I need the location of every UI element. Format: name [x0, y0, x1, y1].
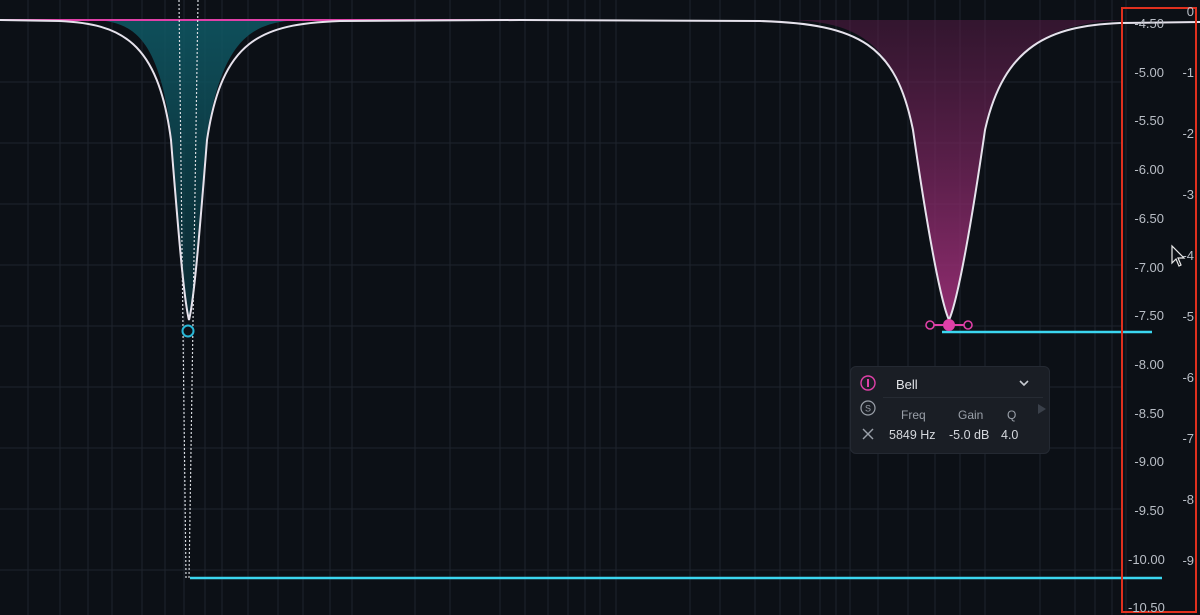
gain-scale-label: -2	[1182, 126, 1194, 141]
band-type-select[interactable]: Bell	[883, 371, 1043, 398]
gain-header: Gain	[958, 408, 984, 422]
gain-scale-label: -7	[1182, 431, 1194, 446]
svg-text:S: S	[865, 404, 871, 414]
band-2-node[interactable]	[943, 319, 955, 331]
chevron-down-icon	[1019, 380, 1029, 387]
db-scale-label: -9.00	[1134, 454, 1164, 470]
band-1-node[interactable]	[181, 324, 195, 338]
play-right-icon[interactable]	[1037, 403, 1047, 415]
db-scale-label: -6.50	[1134, 210, 1164, 226]
gain-scale-label: -6	[1182, 370, 1194, 385]
band-panel: S Bell Freq Gain Q 5849 Hz -5.0 dB 4.0	[850, 366, 1050, 454]
db-scale-label: -7.00	[1134, 259, 1164, 275]
band-type-value: Bell	[896, 377, 918, 392]
db-scale-label: -10.50	[1128, 600, 1165, 615]
eq-graph[interactable]	[0, 0, 1200, 615]
db-scale-label: -6.00	[1134, 162, 1164, 178]
db-scale-label: -5.50	[1134, 113, 1164, 129]
freq-header: Freq	[901, 408, 926, 422]
band-2-q-handle-right[interactable]	[963, 320, 973, 330]
gain-scale-label: 0	[1186, 4, 1194, 19]
gain-scale-label: -4	[1182, 248, 1194, 263]
gain-scale-label: -5	[1182, 309, 1194, 324]
gain-scale-label: -8	[1182, 492, 1194, 507]
gain-scale-label: -1	[1182, 65, 1194, 80]
db-scale-label: -10.00	[1128, 551, 1165, 567]
q-value[interactable]: 4.0	[1001, 428, 1018, 442]
power-icon[interactable]	[860, 375, 876, 391]
gain-scale-label: -9	[1182, 553, 1194, 568]
db-scale-label: -8.50	[1134, 405, 1164, 421]
db-scale-label: -8.00	[1134, 356, 1164, 372]
gain-value[interactable]: -5.0 dB	[949, 428, 989, 442]
db-scale-label: -9.50	[1134, 503, 1164, 518]
band-2-fill	[790, 20, 1130, 318]
close-icon[interactable]	[860, 426, 876, 442]
gain-scale-label: -3	[1182, 187, 1194, 202]
db-scale-label: -5.00	[1134, 64, 1164, 80]
db-scale-label: -4.50	[1134, 16, 1164, 31]
db-scale-label: -7.50	[1134, 308, 1164, 324]
band-2-q-handle-left[interactable]	[925, 320, 935, 330]
freq-value[interactable]: 5849 Hz	[889, 428, 936, 442]
solo-icon[interactable]: S	[860, 400, 876, 416]
q-header: Q	[1007, 408, 1017, 422]
